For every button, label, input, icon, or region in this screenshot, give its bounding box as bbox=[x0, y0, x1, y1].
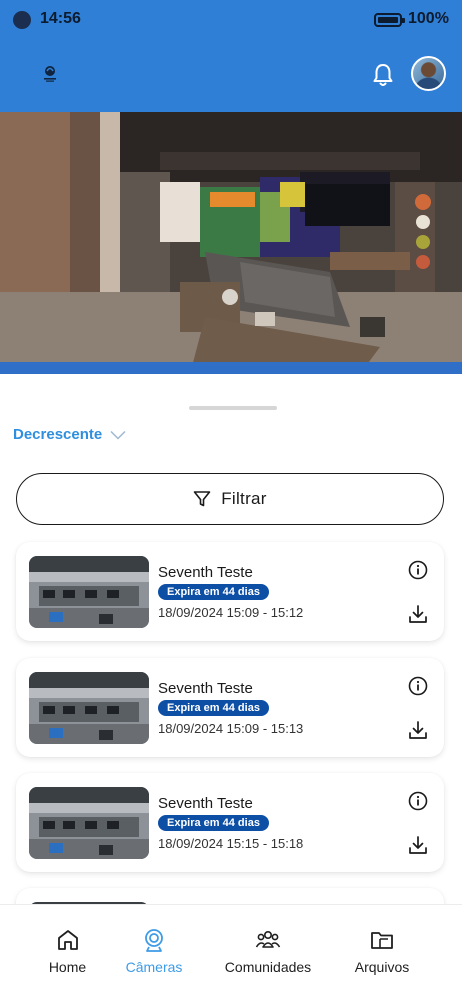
download-icon[interactable] bbox=[407, 834, 429, 856]
info-icon[interactable] bbox=[408, 676, 428, 696]
battery-percent: 100% bbox=[408, 10, 449, 27]
bottom-nav: Home Câmeras Comunidades Arquivos bbox=[0, 904, 462, 1000]
recording-card[interactable] bbox=[16, 888, 444, 904]
app-header: 14:56 100% bbox=[0, 0, 462, 112]
nav-item-home[interactable]: Home bbox=[45, 927, 90, 975]
status-bar: 14:56 100% bbox=[0, 0, 462, 40]
folder-icon bbox=[371, 932, 393, 949]
recording-card[interactable]: Seventh Teste Expira em 44 dias 18/09/20… bbox=[16, 542, 444, 641]
sort-dropdown[interactable]: Decrescente bbox=[13, 426, 126, 443]
filter-label: Filtrar bbox=[221, 489, 267, 508]
recording-time: 18/09/2024 15:15 - 15:18 bbox=[158, 836, 304, 851]
chevron-down-icon bbox=[110, 430, 126, 440]
recording-time: 18/09/2024 15:09 - 15:13 bbox=[158, 721, 304, 736]
info-icon[interactable] bbox=[408, 791, 428, 811]
sort-label: Decrescente bbox=[13, 426, 103, 443]
expiry-badge: Expira em 44 dias bbox=[158, 815, 269, 831]
recording-thumbnail[interactable] bbox=[29, 672, 149, 744]
recording-thumbnail[interactable] bbox=[29, 556, 149, 628]
nav-label-communities: Comunidades bbox=[224, 959, 312, 975]
user-avatar[interactable] bbox=[411, 56, 446, 91]
sheet-drag-handle[interactable] bbox=[189, 406, 277, 410]
download-icon[interactable] bbox=[407, 603, 429, 625]
recording-title: Seventh Teste bbox=[158, 680, 253, 697]
info-icon[interactable] bbox=[408, 560, 428, 580]
nav-label-home: Home bbox=[48, 959, 87, 975]
nav-label-files: Arquivos bbox=[354, 959, 410, 975]
nav-item-cameras[interactable]: Câmeras bbox=[122, 927, 186, 975]
status-time: 14:56 bbox=[40, 10, 81, 27]
nav-item-files[interactable]: Arquivos bbox=[350, 927, 414, 975]
company-logo-icon[interactable] bbox=[40, 63, 60, 83]
recording-card[interactable]: Seventh Teste Expira em 44 dias 18/09/20… bbox=[16, 773, 444, 872]
filter-button[interactable]: Filtrar bbox=[16, 473, 444, 525]
bell-icon[interactable] bbox=[369, 61, 397, 89]
recording-time: 18/09/2024 15:09 - 15:12 bbox=[158, 605, 304, 620]
community-icon bbox=[255, 931, 281, 948]
recording-title: Seventh Teste bbox=[158, 795, 253, 812]
front-camera-dot bbox=[13, 11, 31, 29]
recording-title: Seventh Teste bbox=[158, 564, 253, 581]
home-icon bbox=[57, 930, 78, 950]
expiry-badge: Expira em 44 dias bbox=[158, 584, 269, 600]
filter-icon bbox=[193, 491, 211, 507]
camera-icon bbox=[145, 929, 163, 952]
recording-thumbnail[interactable] bbox=[29, 787, 149, 859]
nav-label-cameras: Câmeras bbox=[125, 959, 183, 975]
recording-card[interactable]: Seventh Teste Expira em 44 dias 18/09/20… bbox=[16, 658, 444, 757]
download-icon[interactable] bbox=[407, 719, 429, 741]
recordings-sheet: Decrescente Filtrar Seventh Teste Expira… bbox=[0, 392, 462, 904]
nav-item-communities[interactable]: Comunidades bbox=[220, 927, 316, 975]
camera-live-image[interactable] bbox=[0, 112, 462, 374]
expiry-badge: Expira em 44 dias bbox=[158, 700, 269, 716]
battery-icon bbox=[374, 13, 405, 27]
